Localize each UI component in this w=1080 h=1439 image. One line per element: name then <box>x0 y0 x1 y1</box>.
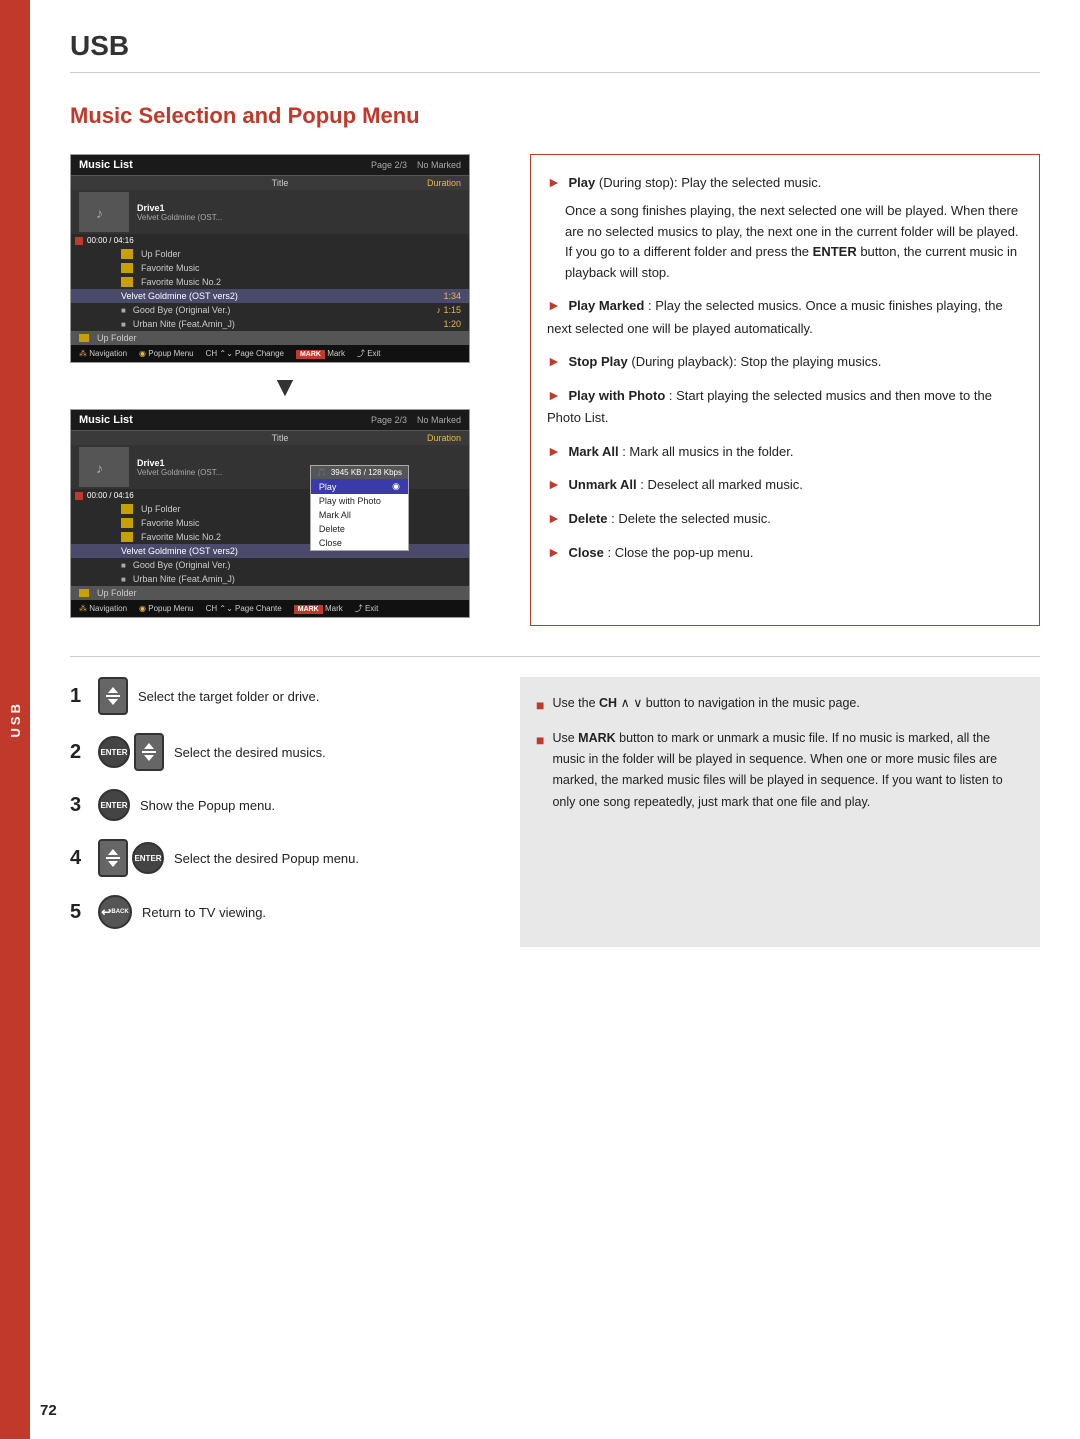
ml-up-folder-2: Up Folder <box>71 586 469 600</box>
drive-thumbnail-1: ♪ <box>79 192 129 232</box>
arrow-down: ▼ <box>70 371 500 403</box>
section-title: Music Selection and Popup Menu <box>70 103 1040 129</box>
ml-up-folder-1: Up Folder <box>71 331 469 345</box>
page-title: USB <box>70 30 1040 73</box>
ml-item-1-3: Favorite Music No.2 <box>71 275 469 289</box>
popup-menu-header: 🎵 3945 KB / 128 Kbps <box>311 466 408 479</box>
popup-menu-item-playwithphoto[interactable]: Play with Photo <box>311 494 408 508</box>
ml-item-1-4-highlighted: Velvet Goldmine (OST vers2) 1:34 <box>71 289 469 303</box>
section-divider <box>70 656 1040 657</box>
drive-thumbnail-2: ♪ <box>79 447 129 487</box>
note-1: ■ Use the CH ∧ ∨ button to navigation in… <box>536 693 1024 718</box>
popup-menu-item-delete[interactable]: Delete <box>311 522 408 536</box>
step-5-text: Return to TV viewing. <box>142 905 266 920</box>
desc-play: ► Play (During stop): Play the selected … <box>547 171 1023 284</box>
step-4-button: ENTER <box>98 839 164 877</box>
notes-panel: ■ Use the CH ∧ ∨ button to navigation in… <box>520 677 1040 947</box>
step-1-text: Select the target folder or drive. <box>138 689 319 704</box>
ml-item-1-5: ■ Good Bye (Original Ver.) ♪ 1:15 <box>71 303 469 317</box>
desc-mark-all: ► Mark All : Mark all musics in the fold… <box>547 440 1023 464</box>
ml-item-2-2: Favorite Music <box>71 516 469 530</box>
ml-nav-bar-1: ⁂ Navigation ◉ Popup Menu CH ⌃⌄ Page Cha… <box>71 345 469 362</box>
sidebar-usb-label: USB <box>8 701 23 737</box>
ml-item-1-2: Favorite Music <box>71 261 469 275</box>
desc-unmark-all: ► Unmark All : Deselect all marked music… <box>547 473 1023 497</box>
desc-play-marked: ► Play Marked : Play the selected musics… <box>547 294 1023 340</box>
desc-play-with-photo: ► Play with Photo : Start playing the se… <box>547 384 1023 430</box>
enter-button-4: ENTER <box>132 842 164 874</box>
ml-header-2: Music List Page 2/3 No Marked <box>71 410 469 431</box>
step-5-button: ↩ BACK <box>98 895 132 929</box>
steps-panel: 1 Select the target folder or drive. 2 E… <box>70 677 490 947</box>
step-2-text: Select the desired musics. <box>174 745 326 760</box>
step-4: 4 ENTER Select the desired Popup menu. <box>70 839 490 877</box>
page-number: 72 <box>40 1402 57 1419</box>
step-3-text: Show the Popup menu. <box>140 798 275 813</box>
description-panel: ► Play (During stop): Play the selected … <box>530 154 1040 626</box>
ml-item-2-6: ■ Urban Nite (Feat.Amin_J) <box>71 572 469 586</box>
page-change-label: Page Change <box>235 349 284 358</box>
popup-menu-item-play[interactable]: Play ◉ <box>311 479 408 494</box>
back-button: ↩ BACK <box>98 895 132 929</box>
popup-menu: 🎵 3945 KB / 128 Kbps Play ◉ Play with Ph… <box>310 465 409 551</box>
note-2: ■ Use MARK button to mark or unmark a mu… <box>536 728 1024 813</box>
ml-nav-bar-2: ⁂ Navigation ◉ Popup Menu CH ⌃⌄ Page Cha… <box>71 600 469 617</box>
ml-item-1-1: Up Folder <box>71 247 469 261</box>
svg-text:♪: ♪ <box>96 460 103 476</box>
step-1: 1 Select the target folder or drive. <box>70 677 490 715</box>
ml-item-2-3: Favorite Music No.2 <box>71 530 469 544</box>
step-3-button: ENTER <box>98 789 130 821</box>
music-list-screen-1: Music List Page 2/3 No Marked Title Dura… <box>70 154 470 363</box>
left-sidebar: USB <box>0 0 30 1439</box>
ml-item-2-5: ■ Good Bye (Original Ver.) <box>71 558 469 572</box>
popup-menu-item-close[interactable]: Close <box>311 536 408 550</box>
ml-title-2: Music List <box>79 414 133 426</box>
enter-button-3: ENTER <box>98 789 130 821</box>
ml-header-1: Music List Page 2/3 No Marked <box>71 155 469 176</box>
enter-button-2: ENTER <box>98 736 130 768</box>
step-2-button: ENTER <box>98 733 164 771</box>
music-list-screen-2: Music List Page 2/3 No Marked Title Dura… <box>70 409 470 618</box>
ml-item-2-1: Up Folder <box>71 502 469 516</box>
ml-item-1-6: ■ Urban Nite (Feat.Amin_J) 1:20 <box>71 317 469 331</box>
drive-info-2: Drive1 Velvet Goldmine (OST... <box>137 458 222 477</box>
ml-title-1: Music List <box>79 159 133 171</box>
top-content-area: Music List Page 2/3 No Marked Title Dura… <box>70 154 1040 626</box>
screenshots-panel: Music List Page 2/3 No Marked Title Dura… <box>70 154 500 626</box>
nav-button-1 <box>98 677 128 715</box>
nav-button-4 <box>98 839 128 877</box>
drive-info-1: Drive1 Velvet Goldmine (OST... <box>137 203 222 222</box>
popup-menu-item-markall[interactable]: Mark All <box>311 508 408 522</box>
progress-bar-2: 00:00 / 04:16 <box>71 489 469 502</box>
step-3: 3 ENTER Show the Popup menu. <box>70 789 490 821</box>
step-5: 5 ↩ BACK Return to TV viewing. <box>70 895 490 929</box>
step-1-button <box>98 677 128 715</box>
step-4-text: Select the desired Popup menu. <box>174 851 359 866</box>
drive-row-1: ♪ Drive1 Velvet Goldmine (OST... <box>71 190 469 234</box>
ml-info-1: Page 2/3 No Marked <box>371 160 461 170</box>
svg-text:♪: ♪ <box>96 205 103 221</box>
step-2: 2 ENTER Select the desired musics. <box>70 733 490 771</box>
ml-columns-2: Title Duration <box>71 431 469 445</box>
desc-close: ► Close : Close the pop-up menu. <box>547 541 1023 565</box>
desc-delete: ► Delete : Delete the selected music. <box>547 507 1023 531</box>
ml-columns-1: Title Duration <box>71 176 469 190</box>
ml-info-2: Page 2/3 No Marked <box>371 415 461 425</box>
nav-button-2 <box>134 733 164 771</box>
desc-stop-play: ► Stop Play (During playback): Stop the … <box>547 350 1023 374</box>
bottom-content: 1 Select the target folder or drive. 2 E… <box>70 677 1040 947</box>
ml-item-2-4-highlighted: Velvet Goldmine (OST vers2) <box>71 544 469 558</box>
progress-bar-1: 00:00 / 04:16 <box>71 234 469 247</box>
drive-row-2: ♪ Drive1 Velvet Goldmine (OST... <box>71 445 469 489</box>
